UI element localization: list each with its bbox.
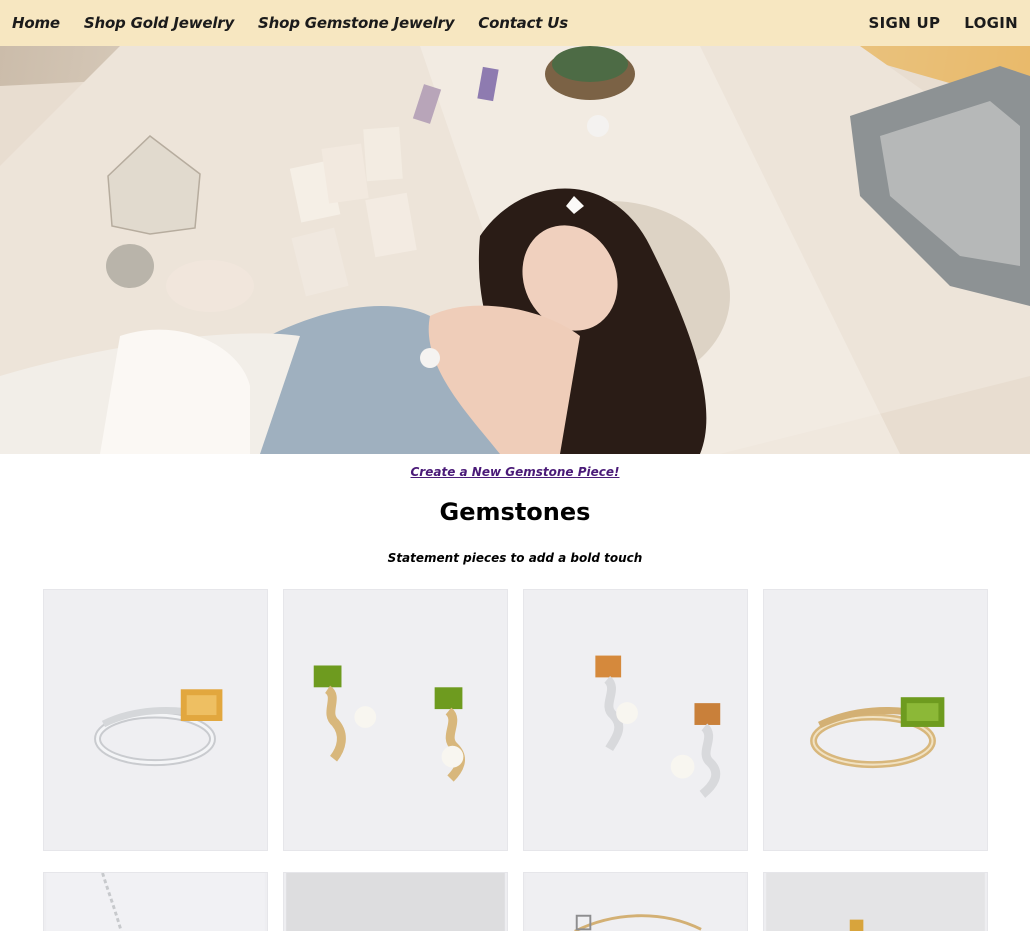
product-card-3[interactable]: [523, 589, 748, 851]
product-card-6[interactable]: [283, 872, 508, 931]
hero-image: [0, 46, 1030, 454]
nav-home-link[interactable]: Home: [12, 14, 60, 32]
nav-shop-gold-link[interactable]: Shop Gold Jewelry: [84, 14, 234, 32]
product-card-1[interactable]: [43, 589, 268, 851]
page-subtitle: Statement pieces to add a bold touch: [387, 551, 643, 565]
top-navbar: Home Shop Gold Jewelry Shop Gemstone Jew…: [0, 0, 1030, 46]
gray-product-photo-icon: [286, 873, 505, 931]
nav-left-group: Home Shop Gold Jewelry Shop Gemstone Jew…: [12, 14, 592, 32]
create-link-container: Create a New Gemstone Piece!: [0, 461, 1030, 480]
hero-illustration: [0, 46, 1030, 454]
nav-right-group: SIGN UP LOGIN: [845, 14, 1018, 32]
product-card-2[interactable]: [283, 589, 508, 851]
gold-chain-bracelet-icon: [526, 873, 745, 931]
peridot-gold-ring-icon: [764, 590, 987, 850]
product-card-8[interactable]: [763, 872, 988, 931]
peridot-pearl-earrings-icon: [284, 590, 507, 850]
page-title: Gemstones: [439, 498, 591, 526]
silver-chain-necklace-icon: [46, 873, 265, 931]
nav-contact-link[interactable]: Contact Us: [478, 14, 568, 32]
citrine-pearl-earrings-icon: [524, 590, 747, 850]
gold-gemstone-piece-icon: [766, 873, 985, 931]
product-card-4[interactable]: [763, 589, 988, 851]
nav-signup-link[interactable]: SIGN UP: [869, 14, 941, 32]
citrine-silver-ring-icon: [44, 590, 267, 850]
nav-shop-gemstone-link[interactable]: Shop Gemstone Jewelry: [258, 14, 454, 32]
create-gemstone-link[interactable]: Create a New Gemstone Piece!: [411, 465, 620, 479]
product-card-5[interactable]: [43, 872, 268, 931]
nav-login-link[interactable]: LOGIN: [964, 14, 1018, 32]
product-card-7[interactable]: [523, 872, 748, 931]
